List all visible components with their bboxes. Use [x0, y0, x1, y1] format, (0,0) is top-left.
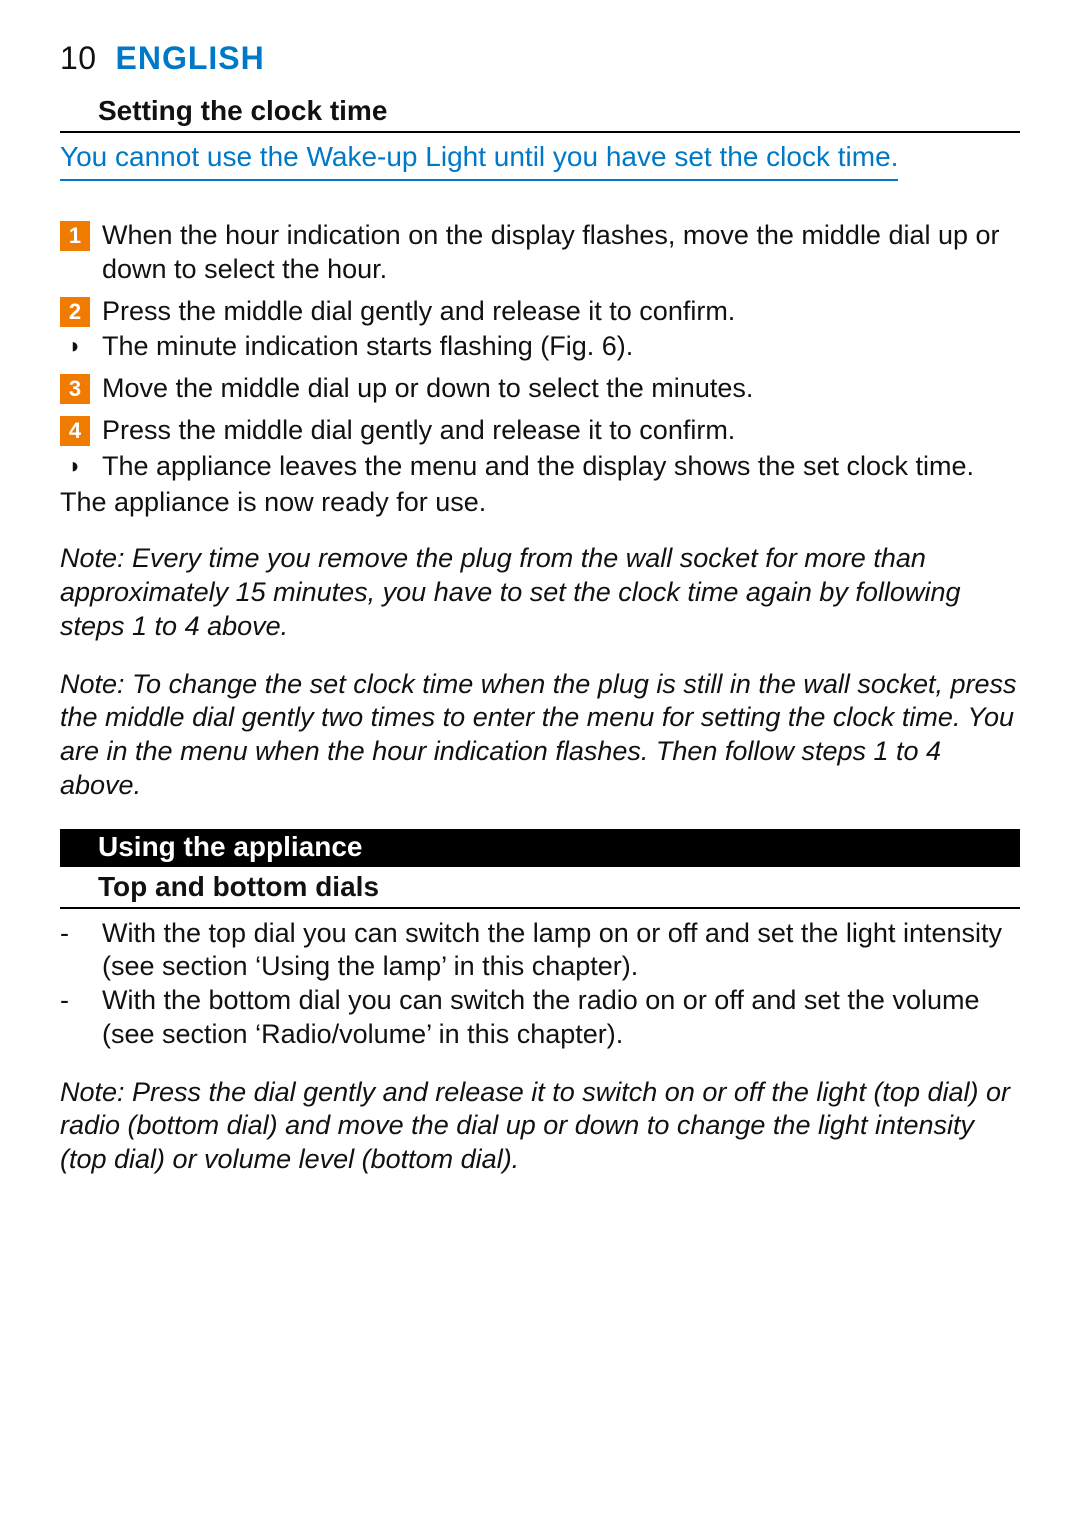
section-heading-clock: Setting the clock time [60, 95, 1020, 133]
manual-page: 10 ENGLISH Setting the clock time You ca… [0, 0, 1080, 1522]
section-heading-dials: Top and bottom dials [60, 871, 1020, 909]
step-text: Press the middle dial gently and release… [102, 295, 1020, 329]
note-dials: Note: Press the dial gently and release … [60, 1076, 1020, 1177]
list-item: - With the top dial you can switch the l… [60, 917, 1020, 985]
dash-bullet: - [60, 917, 90, 951]
result-bullet-icon: ◗ [60, 332, 90, 360]
step-number-badge: 3 [60, 374, 90, 404]
page-header: 10 ENGLISH [60, 40, 1020, 77]
step-text: Press the middle dial gently and release… [102, 414, 1020, 448]
step-number-badge: 2 [60, 297, 90, 327]
step-3: 3 Move the middle dial up or down to sel… [60, 372, 1020, 406]
dash-bullet: - [60, 984, 90, 1018]
step-number-badge: 1 [60, 221, 90, 251]
step-number-badge: 4 [60, 416, 90, 446]
result-text: The minute indication starts flashing (F… [102, 330, 1020, 364]
note-2: Note: To change the set clock time when … [60, 668, 1020, 803]
result-text: The appliance leaves the menu and the di… [102, 450, 1020, 484]
result-bullet-icon: ◗ [60, 452, 90, 480]
step-result: ◗ The minute indication starts flashing … [60, 330, 1020, 364]
list-item-text: With the top dial you can switch the lam… [102, 917, 1020, 985]
list-item: - With the bottom dial you can switch th… [60, 984, 1020, 1052]
dials-list: - With the top dial you can switch the l… [60, 917, 1020, 1052]
intro-text: You cannot use the Wake-up Light until y… [60, 141, 898, 181]
ready-text: The appliance is now ready for use. [60, 487, 1020, 518]
step-text: When the hour indication on the display … [102, 219, 1020, 287]
section-bar-using: Using the appliance [60, 829, 1020, 867]
note-1: Note: Every time you remove the plug fro… [60, 542, 1020, 643]
step-4: 4 Press the middle dial gently and relea… [60, 414, 1020, 448]
step-1: 1 When the hour indication on the displa… [60, 219, 1020, 287]
step-2: 2 Press the middle dial gently and relea… [60, 295, 1020, 329]
steps-list: 1 When the hour indication on the displa… [60, 219, 1020, 483]
page-number: 10 [60, 40, 97, 76]
language-label: ENGLISH [115, 40, 264, 76]
step-text: Move the middle dial up or down to selec… [102, 372, 1020, 406]
list-item-text: With the bottom dial you can switch the … [102, 984, 1020, 1052]
step-result: ◗ The appliance leaves the menu and the … [60, 450, 1020, 484]
